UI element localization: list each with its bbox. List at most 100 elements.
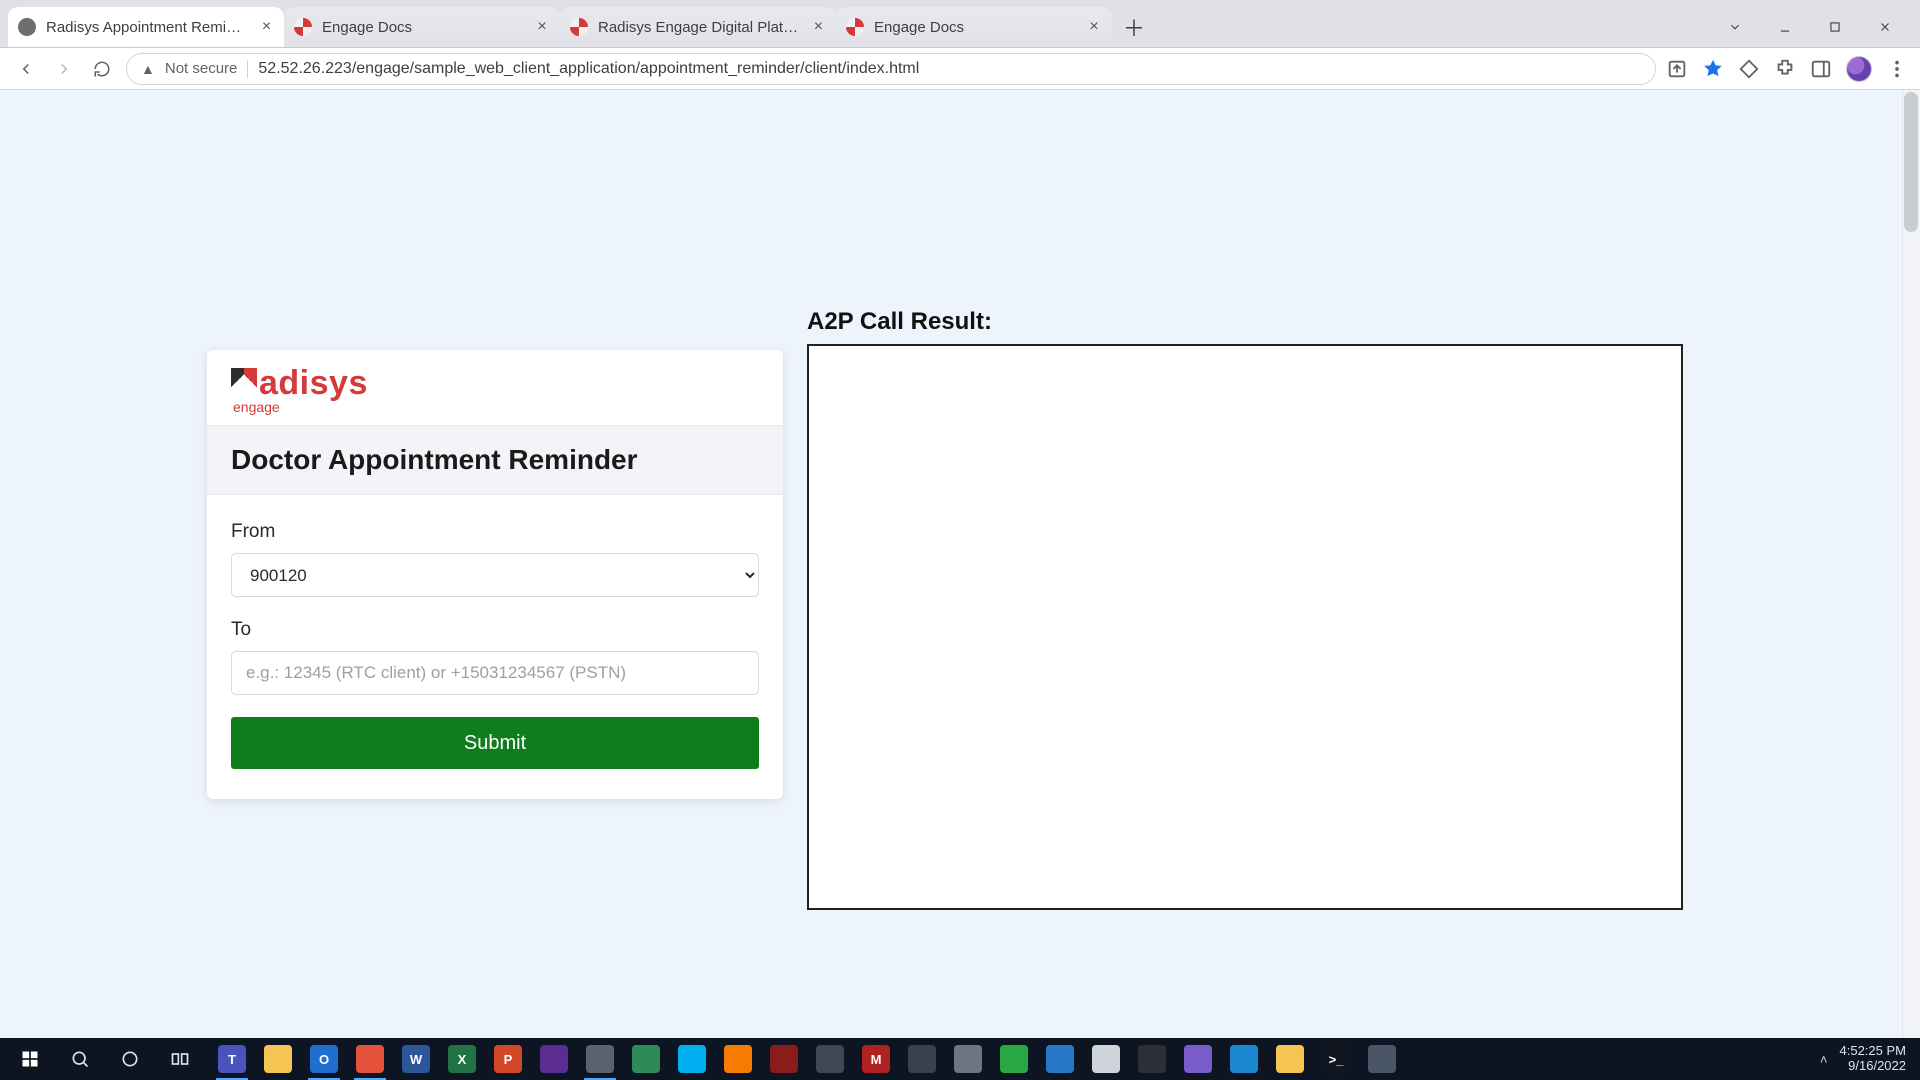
- kebab-menu-icon[interactable]: [1886, 58, 1908, 80]
- taskbar-app-excel[interactable]: X: [440, 1038, 484, 1080]
- taskbar-app-outlook[interactable]: O: [302, 1038, 346, 1080]
- taskbar-app-app-tiles[interactable]: [1176, 1038, 1220, 1080]
- taskbar-right: ˄ 4:52:25 PM 9/16/2022: [1820, 1044, 1914, 1074]
- new-tab-button[interactable]: ＋: [1118, 11, 1150, 43]
- diamond-icon[interactable]: [1738, 58, 1760, 80]
- clock-time: 4:52:25 PM: [1840, 1044, 1907, 1059]
- taskbar-app-file-explorer[interactable]: [256, 1038, 300, 1080]
- app-orange-icon: [724, 1045, 752, 1073]
- logo-subtext: engage: [233, 399, 368, 415]
- submit-button[interactable]: Submit: [231, 717, 759, 769]
- taskbar-app-word[interactable]: W: [394, 1038, 438, 1080]
- skype-icon: [678, 1045, 706, 1073]
- app-folder2-icon: [1276, 1045, 1304, 1073]
- from-select[interactable]: 900120: [231, 553, 759, 597]
- app-circle-icon: [1092, 1045, 1120, 1073]
- from-label: From: [231, 521, 759, 543]
- windows-taskbar: T O WXP M >_ ˄ 4:52:25 PM 9/16/2022: [0, 1038, 1920, 1080]
- from-field: From 900120: [231, 521, 759, 597]
- search-button[interactable]: [56, 1038, 104, 1080]
- swirl-icon: [570, 18, 588, 36]
- sidepanel-icon[interactable]: [1810, 58, 1832, 80]
- extensions-icon[interactable]: [1774, 58, 1796, 80]
- edge-icon: [1230, 1045, 1258, 1073]
- taskbar-apps: T O WXP M >_: [210, 1038, 1404, 1080]
- taskbar-app-app-cube[interactable]: [992, 1038, 1036, 1080]
- cortana-button[interactable]: [106, 1038, 154, 1080]
- window-minimize-button[interactable]: [1762, 11, 1808, 43]
- address-bar[interactable]: ▲ Not secure 52.52.26.223/engage/sample_…: [126, 53, 1656, 85]
- taskbar-app-app-red-star[interactable]: [762, 1038, 806, 1080]
- browser-tab-2[interactable]: Radisys Engage Digital Platform ×: [560, 7, 836, 47]
- start-button[interactable]: [6, 1038, 54, 1080]
- taskbar-app-app-mixed[interactable]: [1360, 1038, 1404, 1080]
- app-green-globe-icon: [632, 1045, 660, 1073]
- app-mixed-icon: [1368, 1045, 1396, 1073]
- swirl-icon: [846, 18, 864, 36]
- app-red-m-icon: M: [862, 1045, 890, 1073]
- app-cube-icon: [1000, 1045, 1028, 1073]
- app-red-star-icon: [770, 1045, 798, 1073]
- browser-tab-3[interactable]: Engage Docs ×: [836, 7, 1112, 47]
- close-icon[interactable]: ×: [1086, 19, 1102, 35]
- taskbar-app-app-db[interactable]: [946, 1038, 990, 1080]
- taskbar-app-app-camera[interactable]: [808, 1038, 852, 1080]
- taskbar-app-app-gray-1[interactable]: [578, 1038, 622, 1080]
- chrome-window: Radisys Appointment Reminder | × Engage …: [0, 0, 1920, 1080]
- result-box: [807, 344, 1683, 910]
- powerpoint-icon: P: [494, 1045, 522, 1073]
- not-secure-label: Not secure: [165, 60, 238, 77]
- window-controls: [1712, 7, 1912, 47]
- profile-avatar[interactable]: [1846, 56, 1872, 82]
- close-icon[interactable]: ×: [811, 19, 826, 35]
- tray-chevron-icon[interactable]: ˄: [1820, 1052, 1828, 1067]
- browser-tab-0[interactable]: Radisys Appointment Reminder | ×: [8, 7, 284, 47]
- taskbar-app-app-gear[interactable]: [900, 1038, 944, 1080]
- taskbar-app-app-circle[interactable]: [1084, 1038, 1128, 1080]
- back-button[interactable]: [12, 55, 40, 83]
- tab-title: Engage Docs: [322, 19, 524, 36]
- app-dark-o-icon: [1138, 1045, 1166, 1073]
- vscode-icon: [1046, 1045, 1074, 1073]
- taskbar-app-teams[interactable]: T: [210, 1038, 254, 1080]
- window-maximize-button[interactable]: [1812, 11, 1858, 43]
- share-icon[interactable]: [1666, 58, 1688, 80]
- system-tray[interactable]: ˄: [1820, 1052, 1828, 1067]
- taskbar-app-skype[interactable]: [670, 1038, 714, 1080]
- app-camera-icon: [816, 1045, 844, 1073]
- taskbar-app-app-green-globe[interactable]: [624, 1038, 668, 1080]
- taskbar-app-vscode[interactable]: [1038, 1038, 1082, 1080]
- taskbar-app-chrome[interactable]: [348, 1038, 392, 1080]
- card-title: Doctor Appointment Reminder: [207, 425, 783, 495]
- chevron-down-icon[interactable]: [1712, 11, 1758, 43]
- card-header: adisys engage: [207, 350, 783, 425]
- teams-icon: T: [218, 1045, 246, 1073]
- separator: [247, 60, 248, 78]
- browser-tab-1[interactable]: Engage Docs ×: [284, 7, 560, 47]
- chrome-icon: [356, 1045, 384, 1073]
- taskbar-app-app-orange[interactable]: [716, 1038, 760, 1080]
- close-icon[interactable]: ×: [259, 19, 274, 35]
- terminal-icon: >_: [1322, 1045, 1350, 1073]
- tab-strip: Radisys Appointment Reminder | × Engage …: [0, 0, 1920, 48]
- taskbar-app-terminal[interactable]: >_: [1314, 1038, 1358, 1080]
- url-text: 52.52.26.223/engage/sample_web_client_ap…: [258, 60, 919, 78]
- to-input[interactable]: [231, 651, 759, 695]
- taskbar-app-app-red-m[interactable]: M: [854, 1038, 898, 1080]
- taskbar-app-edge[interactable]: [1222, 1038, 1266, 1080]
- taskbar-app-app-dark-o[interactable]: [1130, 1038, 1174, 1080]
- forward-button[interactable]: [50, 55, 78, 83]
- taskbar-app-app-folder2[interactable]: [1268, 1038, 1312, 1080]
- task-view-button[interactable]: [156, 1038, 204, 1080]
- window-close-button[interactable]: [1862, 11, 1908, 43]
- toolbar-right-icons: [1666, 56, 1908, 82]
- close-icon[interactable]: ×: [534, 19, 550, 35]
- logo-mark-icon: [231, 368, 257, 394]
- taskbar-app-powerpoint[interactable]: P: [486, 1038, 530, 1080]
- tab-title: Engage Docs: [874, 19, 1076, 36]
- reload-button[interactable]: [88, 55, 116, 83]
- taskbar-app-visual-studio[interactable]: [532, 1038, 576, 1080]
- taskbar-clock[interactable]: 4:52:25 PM 9/16/2022: [1840, 1044, 1907, 1074]
- bookmark-star-icon[interactable]: [1702, 58, 1724, 80]
- logo-word: adisys: [259, 364, 368, 403]
